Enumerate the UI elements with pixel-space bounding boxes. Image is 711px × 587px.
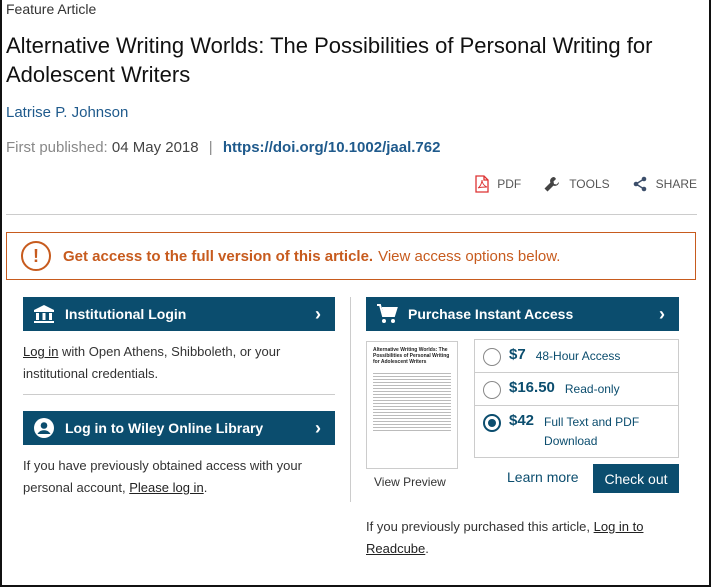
wiley-login-label: Log in to Wiley Online Library bbox=[65, 420, 264, 436]
please-log-in-link[interactable]: Please log in bbox=[129, 480, 203, 495]
separator: | bbox=[208, 139, 213, 156]
institutional-login-button[interactable]: Institutional Login › bbox=[23, 297, 335, 331]
purchase-access-button[interactable]: Purchase Instant Access › bbox=[366, 297, 679, 331]
share-button[interactable]: SHARE bbox=[632, 176, 697, 192]
publication-line: First published: 04 May 2018 | https://d… bbox=[6, 139, 440, 156]
institution-icon bbox=[34, 305, 54, 323]
radio-button-selected[interactable] bbox=[483, 414, 501, 432]
institutional-text: with Open Athens, Shibboleth, or your in… bbox=[23, 344, 281, 381]
option-label: 48-Hour Access bbox=[535, 349, 621, 363]
option-label: Read-only bbox=[564, 382, 620, 396]
view-preview-link[interactable]: View Preview bbox=[374, 475, 446, 489]
tools-label: TOOLS bbox=[569, 177, 610, 191]
option-price: $16.50 bbox=[509, 379, 555, 396]
thumb-title: Alternative Writing Worlds: The Possibil… bbox=[373, 347, 450, 365]
wiley-text-end: . bbox=[203, 480, 208, 495]
wrench-icon bbox=[544, 177, 560, 192]
access-banner: ! Get access to the full version of this… bbox=[6, 232, 696, 280]
purchase-options: $7 48-Hour Access $16.50 Read-only $42 F… bbox=[474, 339, 679, 458]
wiley-description: If you have previously obtained access w… bbox=[23, 455, 335, 499]
tools-button[interactable]: TOOLS bbox=[543, 175, 610, 193]
pdf-button[interactable]: PDF bbox=[475, 175, 521, 193]
first-published-date: 04 May 2018 bbox=[111, 139, 199, 156]
pdf-label: PDF bbox=[497, 177, 522, 191]
section-divider bbox=[23, 394, 335, 395]
option-label: Full Text and PDF Download bbox=[544, 415, 640, 448]
wiley-login-button[interactable]: Log in to Wiley Online Library › bbox=[23, 411, 335, 445]
chevron-right-icon: › bbox=[659, 303, 665, 324]
pdf-icon bbox=[475, 175, 489, 193]
option-full-text[interactable]: $42 Full Text and PDF Download bbox=[475, 406, 678, 457]
institutional-description: Log in with Open Athens, Shibboleth, or … bbox=[23, 341, 335, 385]
option-48-hour[interactable]: $7 48-Hour Access bbox=[475, 340, 678, 373]
login-column: Institutional Login › Log in with Open A… bbox=[23, 297, 335, 499]
thumb-text-lines bbox=[373, 373, 451, 431]
chevron-right-icon: › bbox=[315, 417, 321, 438]
access-banner-text: View access options below. bbox=[378, 247, 561, 265]
user-icon bbox=[34, 418, 54, 438]
author-link[interactable]: Latrise P. Johnson bbox=[6, 104, 128, 121]
option-price: $42 bbox=[509, 412, 535, 429]
article-kicker: Feature Article bbox=[6, 1, 97, 17]
article-preview-thumbnail[interactable]: Alternative Writing Worlds: The Possibil… bbox=[366, 341, 458, 469]
readcube-text-end: . bbox=[425, 541, 429, 556]
cart-icon bbox=[377, 304, 398, 323]
radio-button[interactable] bbox=[483, 348, 501, 366]
option-price: $7 bbox=[509, 346, 526, 363]
article-tools: PDF TOOLS SHARE bbox=[453, 175, 697, 193]
share-label: SHARE bbox=[655, 177, 697, 191]
purchase-column: Purchase Instant Access › Alternative Wr… bbox=[366, 297, 679, 556]
divider bbox=[6, 214, 697, 215]
learn-more-link[interactable]: Learn more bbox=[507, 469, 579, 485]
radio-button[interactable] bbox=[483, 381, 501, 399]
first-published-label: First published: bbox=[6, 139, 108, 156]
checkout-button[interactable]: Check out bbox=[593, 464, 679, 493]
institutional-login-label: Institutional Login bbox=[65, 306, 187, 322]
access-banner-bold: Get access to the full version of this a… bbox=[63, 247, 374, 265]
readcube-text: If you previously purchased this article… bbox=[366, 519, 594, 534]
log-in-link[interactable]: Log in bbox=[23, 344, 58, 359]
option-read-only[interactable]: $16.50 Read-only bbox=[475, 373, 678, 406]
share-icon bbox=[633, 176, 646, 192]
chevron-right-icon: › bbox=[315, 303, 321, 324]
exclamation-icon: ! bbox=[21, 241, 51, 271]
article-title: Alternative Writing Worlds: The Possibil… bbox=[6, 33, 653, 87]
column-divider bbox=[350, 297, 351, 502]
doi-link[interactable]: https://doi.org/10.1002/jaal.762 bbox=[223, 139, 441, 156]
purchase-access-label: Purchase Instant Access bbox=[408, 306, 574, 322]
readcube-note: If you previously purchased this article… bbox=[366, 516, 666, 560]
